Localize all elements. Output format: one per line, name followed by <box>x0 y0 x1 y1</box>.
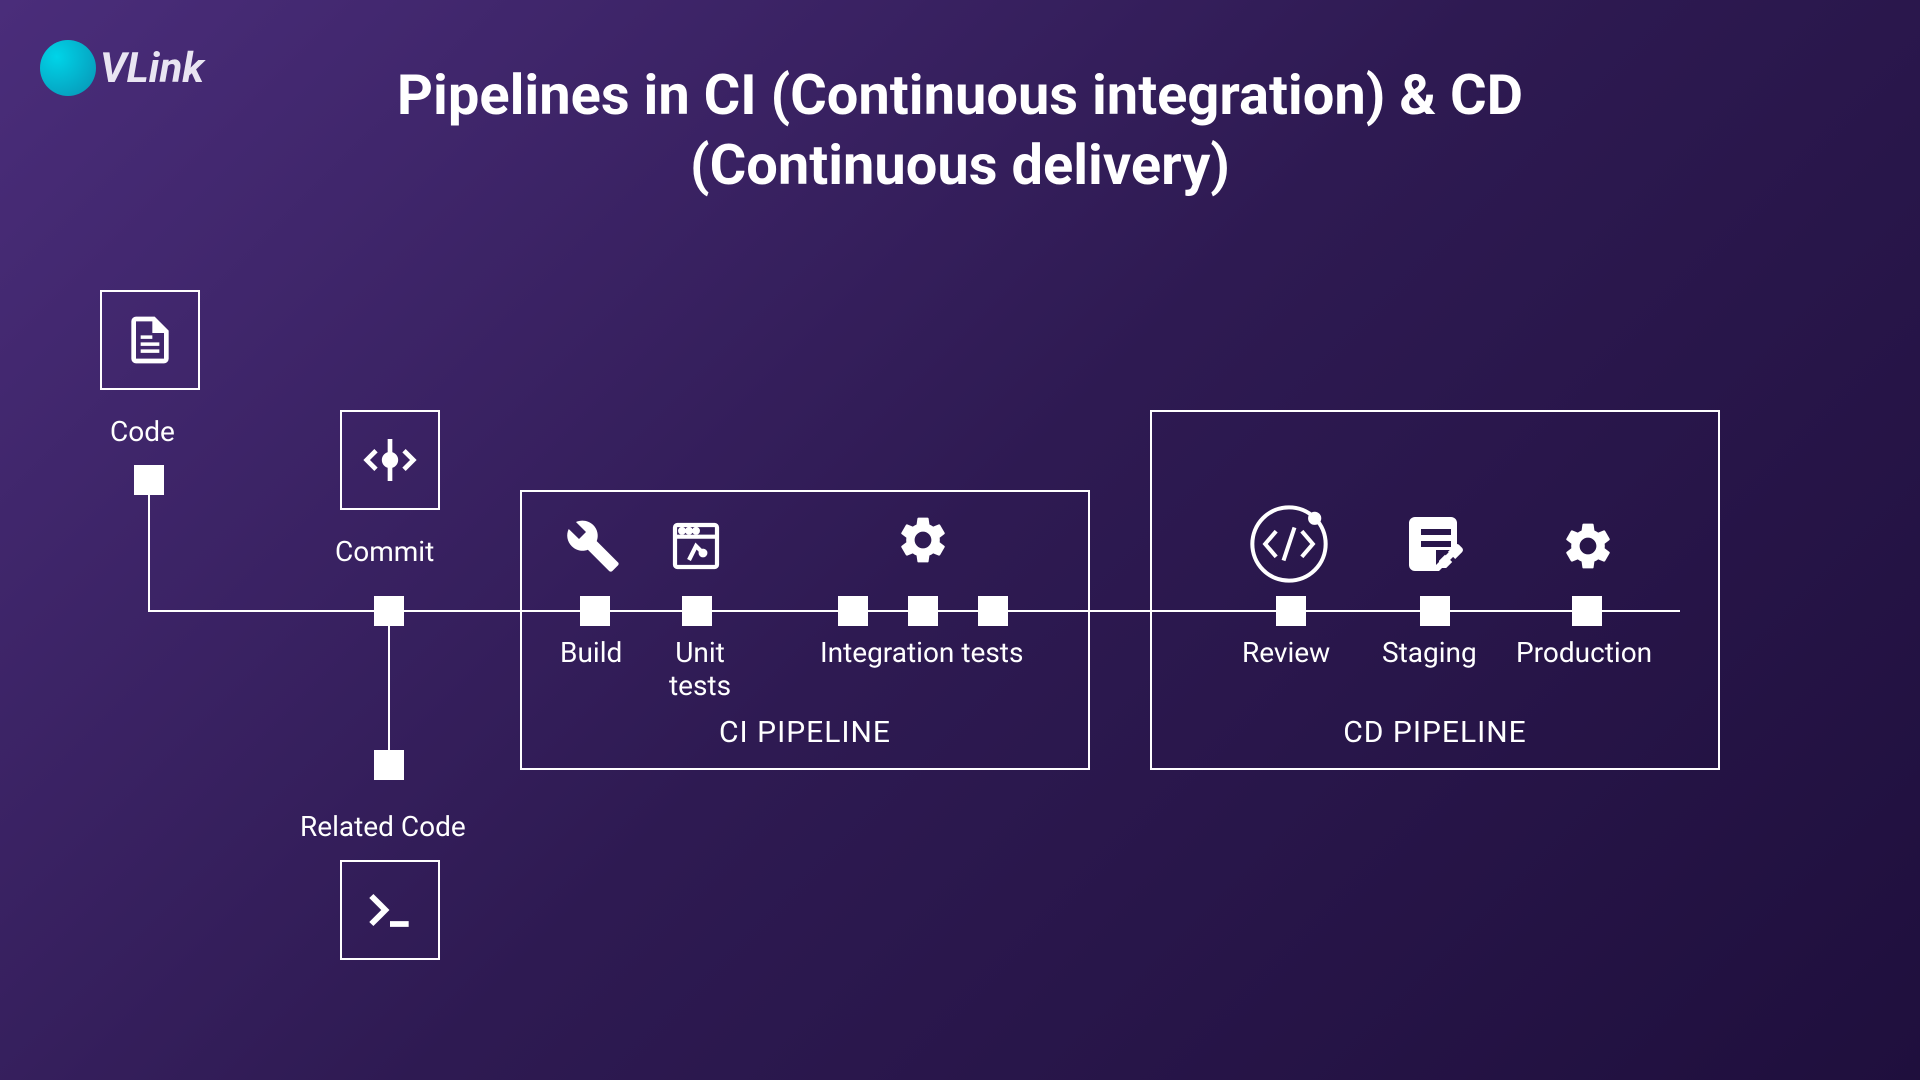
commit-label: Commit <box>335 535 434 568</box>
review-icon <box>1245 500 1333 592</box>
cd-pipeline-box: CD PIPELINE <box>1150 410 1720 770</box>
build-icon <box>565 518 621 578</box>
related-code-node <box>374 750 404 780</box>
integration-node-3 <box>978 596 1008 626</box>
integration-tests-icon <box>895 512 951 572</box>
production-node <box>1572 596 1602 626</box>
document-icon <box>122 312 178 368</box>
integration-tests-label: Integration tests <box>820 636 1023 669</box>
code-node <box>134 465 164 495</box>
review-label: Review <box>1242 636 1330 669</box>
unit-tests-label: Unit tests <box>655 636 745 702</box>
gear-icon <box>895 512 951 568</box>
staging-node <box>1420 596 1450 626</box>
staging-label: Staging <box>1382 636 1477 669</box>
review-node <box>1276 596 1306 626</box>
related-code-label: Related Code <box>300 810 466 843</box>
build-node <box>580 596 610 626</box>
commit-icon-box <box>340 410 440 510</box>
build-label: Build <box>560 636 622 669</box>
code-icon-box <box>100 290 200 390</box>
commit-icon <box>362 432 418 488</box>
integration-node-2 <box>908 596 938 626</box>
terminal-icon-box <box>340 860 440 960</box>
cd-pipeline-title: CD PIPELINE <box>1343 715 1527 750</box>
unit-tests-icon <box>668 518 724 578</box>
staging-icon <box>1400 508 1472 584</box>
production-label: Production <box>1516 636 1652 669</box>
commit-node <box>374 596 404 626</box>
production-icon <box>1560 518 1616 578</box>
gear-icon <box>1560 518 1616 574</box>
unit-tests-node <box>682 596 712 626</box>
pipeline-diagram: Code Commit Related Code CI PIPELINE Bui… <box>0 0 1920 1080</box>
ci-pipeline-title: CI PIPELINE <box>719 715 891 750</box>
code-label: Code <box>110 415 175 448</box>
terminal-icon <box>362 882 418 938</box>
integration-node-1 <box>838 596 868 626</box>
